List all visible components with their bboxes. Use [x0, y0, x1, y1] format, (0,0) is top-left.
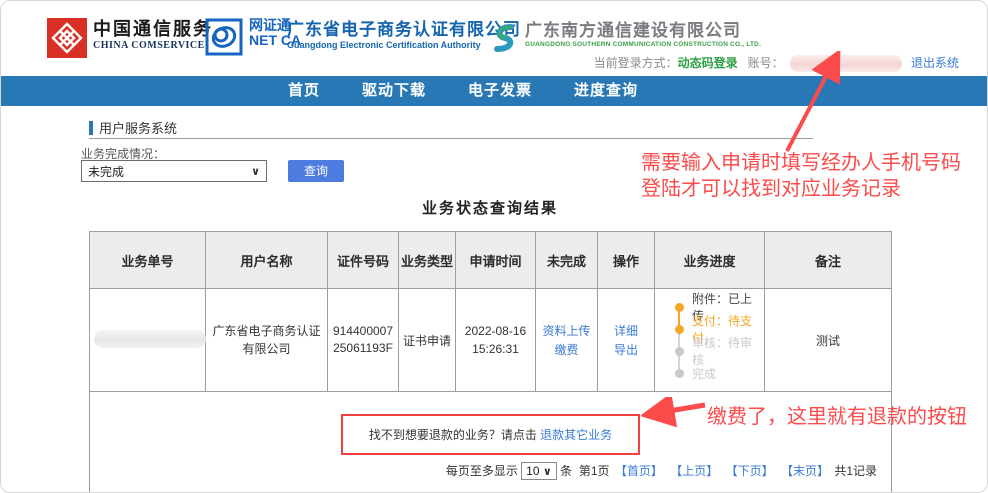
cell-biz-type: 证书申请: [399, 289, 456, 392]
nav-item-progress-query[interactable]: 进度查询: [574, 76, 638, 106]
col-biz-type: 业务类型: [399, 232, 456, 289]
results-title: 业务状态查询结果: [89, 197, 891, 218]
step-dot-icon: [675, 347, 684, 356]
progress-step-review: 审核：待审核: [675, 340, 760, 362]
comservice-subtitle: CHINA COMSERVICE: [93, 40, 213, 51]
nav-item-home[interactable]: 首页: [288, 76, 320, 106]
apply-date: 2022-08-16: [460, 322, 531, 340]
pay-fee-link[interactable]: 缴费: [540, 341, 593, 358]
southern-title: 广东南方通信建设有限公司: [525, 21, 761, 41]
col-progress: 业务进度: [655, 232, 765, 289]
login-method-value: 动态码登录: [678, 56, 738, 70]
per-page-select[interactable]: 10 ∨: [521, 462, 557, 480]
logout-link[interactable]: 退出系统: [911, 56, 959, 70]
total-records: 共1记录: [834, 464, 877, 478]
col-actions: 操作: [598, 232, 655, 289]
cell-progress: 附件：已上传 支付：待支付 审核：待审核 完成: [655, 289, 765, 392]
detail-link[interactable]: 详细: [602, 322, 650, 339]
order-no-redacted: [94, 330, 206, 348]
section-title: 用户服务系统: [89, 118, 177, 137]
col-order-no: 业务单号: [90, 232, 206, 289]
table-row: 广东省电子商务认证有限公司 91440000725061193F 证书申请 20…: [90, 289, 892, 392]
cell-apply-time: 2022-08-16 15:26:31: [456, 289, 536, 392]
account-label: 账号：: [748, 56, 784, 70]
per-page-value: 10: [526, 464, 539, 478]
col-user-name: 用户名称: [206, 232, 328, 289]
netca-icon: [205, 18, 243, 56]
per-page-unit: 条: [560, 464, 572, 478]
progress-timeline: 附件：已上传 支付：待支付 审核：待审核 完成: [659, 296, 760, 384]
col-cert-no: 证件号码: [328, 232, 399, 289]
first-page-link[interactable]: 【首页】: [615, 464, 663, 478]
per-page-label: 每页至多显示: [446, 464, 518, 478]
account-value-redacted: [790, 55, 902, 72]
upload-materials-link[interactable]: 资料上传: [540, 322, 593, 339]
export-link[interactable]: 导出: [602, 341, 650, 358]
cell-user-name: 广东省电子商务认证有限公司: [206, 289, 328, 392]
china-comservice-icon: [47, 18, 87, 58]
next-page-link[interactable]: 【下页】: [726, 464, 774, 478]
annotation-bottom: 缴费了，这里就有退款的按钮: [707, 400, 967, 429]
nav-item-driver-download[interactable]: 驱动下载: [362, 76, 426, 106]
cell-unfinished: 资料上传 缴费: [536, 289, 598, 392]
step-dot-icon: [675, 325, 684, 334]
prev-page-link[interactable]: 【上页】: [670, 464, 718, 478]
logo-china-comservice: 中国通信服务 CHINA COMSERVICE: [47, 18, 213, 58]
refund-prompt-box: 找不到想要退款的业务？请点击 退款其它业务: [341, 414, 640, 455]
comservice-title: 中国通信服务: [93, 18, 213, 40]
col-remark: 备注: [765, 232, 892, 289]
southern-icon: [485, 21, 519, 55]
progress-step-complete: 完成: [675, 362, 760, 384]
pagination: 每页至多显示 10 ∨ 条 第1页 【首页】 【上页】 【下页】 【末页】 共1…: [94, 455, 887, 480]
section-title-text: 用户服务系统: [99, 118, 177, 137]
page: 中国通信服务 CHINA COMSERVICE 网证通 NET CA 广东省电子…: [0, 0, 988, 493]
step-dot-icon: [675, 303, 684, 312]
cell-order-no: [90, 289, 206, 392]
chevron-down-icon: ∨: [543, 466, 552, 478]
logo-southern: 广东南方通信建设有限公司 GUANGDONG SOUTHERN COMMUNIC…: [485, 21, 761, 55]
apply-time: 15:26:31: [460, 340, 531, 358]
login-method-label: 当前登录方式：: [594, 56, 678, 70]
refund-other-business-link[interactable]: 退款其它业务: [540, 428, 612, 442]
southern-subtitle: GUANGDONG SOUTHERN COMMUNICATION CONSTRU…: [525, 41, 761, 48]
annotation-top-line1: 需要输入申请时填写经办人手机号码: [641, 150, 988, 176]
annotation-top: 需要输入申请时填写经办人手机号码 登陆才可以找到对应业务记录: [641, 150, 988, 202]
results-header-row: 业务单号 用户名称 证件号码 业务类型 申请时间 未完成 操作 业务进度 备注: [90, 232, 892, 289]
query-button[interactable]: 查询: [288, 160, 344, 182]
cell-actions: 详细 导出: [598, 289, 655, 392]
col-unfinished: 未完成: [536, 232, 598, 289]
login-status-bar: 当前登录方式：动态码登录 账号： 退出系统: [594, 54, 959, 72]
results-table: 业务单号 用户名称 证件号码 业务类型 申请时间 未完成 操作 业务进度 备注 …: [89, 231, 892, 493]
step-dot-icon: [675, 369, 684, 378]
chevron-down-icon: ∨: [251, 165, 260, 178]
status-filter-select[interactable]: 未完成 ∨: [81, 160, 267, 182]
cell-remark: 测试: [765, 289, 892, 392]
section-title-bar: [89, 121, 93, 135]
main-nav: 首页 驱动下载 电子发票 进度查询: [1, 76, 988, 106]
page-info: 第1页: [579, 464, 610, 478]
cell-cert-no: 91440000725061193F: [328, 289, 399, 392]
section-divider: [89, 138, 813, 139]
col-apply-time: 申请时间: [456, 232, 536, 289]
nav-item-e-invoice[interactable]: 电子发票: [468, 76, 532, 106]
status-filter-value: 未完成: [88, 163, 124, 180]
last-page-link[interactable]: 【末页】: [781, 464, 829, 478]
refund-prompt-text: 找不到想要退款的业务？请点击: [369, 428, 540, 442]
